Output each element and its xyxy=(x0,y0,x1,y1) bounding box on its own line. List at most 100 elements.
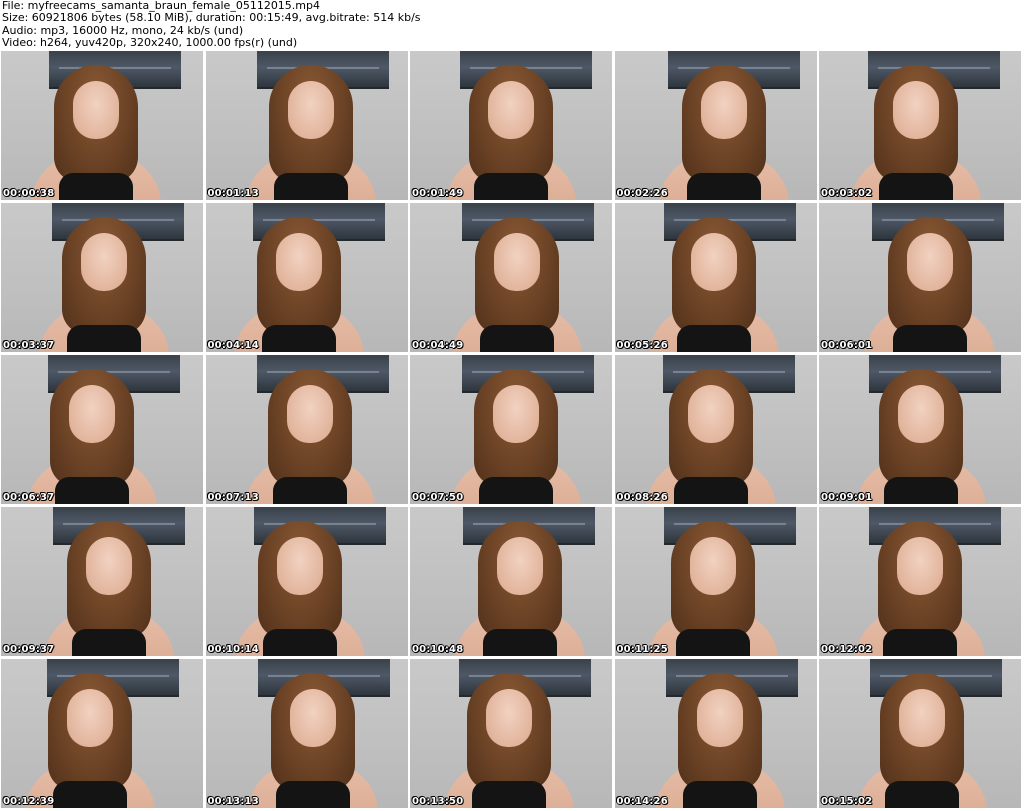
thumbnail-timestamp: 00:06:37 xyxy=(3,492,55,503)
thumbnail-frame: 00:12:02 xyxy=(819,507,1021,656)
thumbnail-timestamp: 00:05:26 xyxy=(616,340,668,351)
file-info-header: File: myfreecams_samanta_braun_female_05… xyxy=(0,0,1024,50)
person-face xyxy=(287,81,334,139)
thumbnail-frame: 00:01:49 xyxy=(410,51,612,200)
thumbnail-frame: 00:10:14 xyxy=(205,507,408,656)
thumbnail-timestamp: 00:03:37 xyxy=(3,340,55,351)
thumbnail-frame: 00:02:26 xyxy=(614,51,817,200)
file-size-line: Size: 60921806 bytes (58.10 MiB), durati… xyxy=(2,11,421,25)
person-top xyxy=(275,781,350,808)
thumbnail-timestamp: 00:06:01 xyxy=(821,340,873,351)
thumbnail-timestamp: 00:08:26 xyxy=(616,492,668,503)
person-face xyxy=(275,233,322,291)
thumbnail-frame: 00:09:37 xyxy=(1,507,203,656)
person-top xyxy=(885,781,959,808)
thumbnail-timestamp: 00:01:49 xyxy=(412,188,464,199)
thumbnail-timestamp: 00:07:13 xyxy=(207,492,259,503)
person-top xyxy=(480,325,554,352)
thumbnail-timestamp: 00:03:02 xyxy=(821,188,873,199)
person-top xyxy=(883,629,957,656)
thumbnail-timestamp: 00:09:37 xyxy=(3,644,55,655)
thumbnail-frame: 00:15:02 xyxy=(819,659,1021,808)
person-top xyxy=(479,477,553,504)
thumbnail-timestamp: 00:10:48 xyxy=(412,644,464,655)
person-face xyxy=(276,537,323,595)
thumbnail-timestamp: 00:04:49 xyxy=(412,340,464,351)
person-face xyxy=(86,537,132,595)
person-face xyxy=(488,81,534,139)
person-face xyxy=(700,81,747,139)
thumbnail-frame: 00:05:26 xyxy=(614,203,817,352)
person-face xyxy=(696,689,743,747)
thumbnail-frame: 00:12:39 xyxy=(1,659,203,808)
thumbnail-timestamp: 00:13:13 xyxy=(207,796,259,807)
video-info-line: Video: h264, yuv420p, 320x240, 1000.00 f… xyxy=(2,35,298,49)
thumbnail-frame: 00:11:25 xyxy=(614,507,817,656)
person-top xyxy=(53,781,127,808)
thumbnail-frame: 00:03:02 xyxy=(819,51,1021,200)
person-top xyxy=(673,477,748,504)
person-face xyxy=(687,385,734,443)
person-top xyxy=(884,477,958,504)
thumbnail-timestamp: 00:01:13 xyxy=(207,188,259,199)
thumbnail-timestamp: 00:09:01 xyxy=(821,492,873,503)
person-face xyxy=(898,385,944,443)
person-face xyxy=(907,233,953,291)
person-top xyxy=(879,173,953,200)
thumbnail-timestamp: 00:02:26 xyxy=(616,188,668,199)
thumbnail-frame: 00:06:01 xyxy=(819,203,1021,352)
person-top xyxy=(59,173,133,200)
person-top xyxy=(472,781,546,808)
person-top xyxy=(67,325,141,352)
person-top xyxy=(55,477,129,504)
person-face xyxy=(899,689,945,747)
thumbnail-frame: 00:03:37 xyxy=(1,203,203,352)
person-top xyxy=(72,629,146,656)
thumbnail-frame: 00:07:13 xyxy=(205,355,408,504)
thumbnail-timestamp: 00:12:39 xyxy=(3,796,55,807)
thumbnail-frame: 00:08:26 xyxy=(614,355,817,504)
person-face xyxy=(67,689,113,747)
person-face xyxy=(497,537,543,595)
thumbnail-frame: 00:00:38 xyxy=(1,51,203,200)
person-top xyxy=(273,173,348,200)
person-face xyxy=(897,537,943,595)
person-face xyxy=(81,233,127,291)
person-face xyxy=(69,385,115,443)
thumbnail-timestamp: 00:11:25 xyxy=(616,644,668,655)
thumbnail-timestamp: 00:07:50 xyxy=(412,492,464,503)
thumbnail-frame: 00:13:13 xyxy=(205,659,408,808)
person-top xyxy=(675,629,750,656)
thumbnail-timestamp: 00:15:02 xyxy=(821,796,873,807)
thumbnail-frame: 00:14:26 xyxy=(614,659,817,808)
person-top xyxy=(483,629,557,656)
person-top xyxy=(272,477,347,504)
thumbnail-timestamp: 00:00:38 xyxy=(3,188,55,199)
thumbnail-frame: 00:10:48 xyxy=(410,507,612,656)
person-top xyxy=(262,629,337,656)
person-top xyxy=(686,173,761,200)
thumbnail-frame: 00:13:50 xyxy=(410,659,612,808)
thumbnail-frame: 00:01:13 xyxy=(205,51,408,200)
thumbnail-timestamp: 00:14:26 xyxy=(616,796,668,807)
person-top xyxy=(893,325,967,352)
thumbnail-grid: 00:00:38 00:01:13 00:01:49 00:02:26 00:03:02… xyxy=(0,51,1024,811)
person-face xyxy=(289,689,336,747)
thumbnail-frame: 00:04:14 xyxy=(205,203,408,352)
person-face xyxy=(493,385,539,443)
thumbnail-frame: 00:04:49 xyxy=(410,203,612,352)
person-face xyxy=(689,537,736,595)
thumbnail-timestamp: 00:04:14 xyxy=(207,340,259,351)
person-top xyxy=(474,173,548,200)
person-face xyxy=(494,233,540,291)
thumbnail-timestamp: 00:13:50 xyxy=(412,796,464,807)
thumbnail-timestamp: 00:10:14 xyxy=(207,644,259,655)
person-face xyxy=(286,385,333,443)
thumbnail-timestamp: 00:12:02 xyxy=(821,644,873,655)
person-face xyxy=(486,689,532,747)
thumbnail-frame: 00:07:50 xyxy=(410,355,612,504)
person-face xyxy=(690,233,737,291)
person-top xyxy=(261,325,336,352)
person-face xyxy=(893,81,939,139)
person-top xyxy=(676,325,751,352)
